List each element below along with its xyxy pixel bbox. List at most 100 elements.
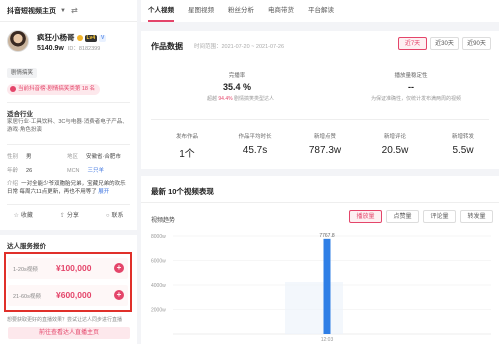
level-badge: Lv4 bbox=[84, 34, 98, 42]
hover-band bbox=[285, 282, 343, 334]
service-row: 21-60s视频 ¥600,000 + bbox=[8, 285, 128, 306]
contact-button[interactable]: ○ 联系 bbox=[106, 210, 124, 219]
action-bar: ☆ 收藏 ⇪ 分享 ○ 联系 bbox=[0, 210, 137, 219]
tab-plays[interactable]: 播放量 bbox=[349, 210, 382, 223]
service-label: 1-20s视频 bbox=[13, 267, 38, 273]
share-icon: ⇪ bbox=[59, 213, 65, 219]
region-label: 地区 bbox=[67, 154, 79, 160]
industry-title: 适合行业 bbox=[7, 111, 33, 118]
stat-label: 作品平均时长 bbox=[238, 134, 272, 140]
stat-item: 新增点赞 787.3w bbox=[297, 132, 353, 156]
contact-label: 联系 bbox=[111, 213, 124, 219]
stat-value: 5.5w bbox=[452, 145, 474, 156]
range-90d-button[interactable]: 近90天 bbox=[462, 37, 491, 50]
rank-badge[interactable]: 当前抖音榜·剧情搞笑类第 18 名 bbox=[7, 84, 101, 95]
tab-xingtu-videos[interactable]: 星图视频 bbox=[188, 4, 214, 22]
tab-comments[interactable]: 评论量 bbox=[423, 210, 456, 223]
range-selector: 近7天 近30天 近90天 bbox=[395, 37, 491, 50]
chart-bar bbox=[323, 238, 331, 334]
service-price: ¥600,000 bbox=[56, 290, 92, 300]
stat-label: 发布作品 bbox=[175, 134, 198, 140]
tab-fans-analysis[interactable]: 粉丝分析 bbox=[228, 4, 254, 22]
intro-more-link[interactable]: 展开 bbox=[98, 189, 109, 195]
bar-value-label: 7767.8 bbox=[319, 233, 335, 239]
region-row: 地区 安徽省·合肥市 bbox=[67, 152, 121, 160]
services-highlight-box: 1-20s视频 ¥100,000 + 21-60s视频 ¥600,000 + bbox=[4, 252, 132, 312]
completion-desc-pct: 94.4% bbox=[218, 96, 233, 102]
video-trend-chart[interactable]: 8000w 6000w 4000w 2000w 7767.8 12:03 bbox=[141, 230, 499, 344]
section-gap bbox=[0, 230, 137, 235]
stat-label: 新增转发 bbox=[451, 134, 474, 140]
stat-label: 新增评论 bbox=[383, 134, 406, 140]
recent-videos-card: 最新 10个视频表现 视频趋势 播放量 点赞量 评论量 转发量 8000w 600… bbox=[141, 176, 499, 344]
app-title: 抖音短视频主页 bbox=[7, 7, 56, 15]
fans-count: 5140.9w bbox=[37, 45, 64, 52]
service-label: 21-60s视频 bbox=[13, 294, 41, 300]
star-icon: ☆ bbox=[13, 213, 19, 219]
stat-value: 787.3w bbox=[308, 145, 342, 156]
y-tick-label: 6000w bbox=[151, 259, 166, 265]
divider bbox=[7, 144, 130, 145]
completion-desc-pre: 超越 bbox=[207, 96, 219, 102]
favorite-button[interactable]: ☆ 收藏 bbox=[13, 210, 32, 219]
gender-value: 男 bbox=[26, 154, 32, 160]
divider bbox=[7, 204, 130, 205]
tab-ecommerce[interactable]: 电商带货 bbox=[268, 4, 294, 22]
y-tick-label: 8000w bbox=[151, 234, 166, 240]
age-row: 年龄 26 bbox=[7, 166, 32, 174]
completion-value: 35.4 % bbox=[222, 82, 252, 92]
switch-icon[interactable]: ⇄ bbox=[71, 6, 78, 15]
stat-item: 作品平均时长 45.7s bbox=[227, 132, 283, 156]
completion-metric: 完播率 35.4 % 超越 94.4% 剧情搞笑类型达人 bbox=[207, 71, 274, 102]
mcn-row: MCN 三只羊 bbox=[67, 166, 104, 174]
industry-text: 家居行业·工具饮料、3C与电器·消费者电子产品、游戏·角色扮演 bbox=[7, 119, 128, 133]
mcn-link[interactable]: 三只羊 bbox=[88, 168, 105, 174]
works-data-card: 作品数据 时间范围：2021-07-20 ~ 2021-07-26 近7天 近3… bbox=[141, 31, 499, 169]
range-30d-button[interactable]: 近30天 bbox=[430, 37, 459, 50]
rank-text: 当前抖音榜·剧情搞笑类第 18 名 bbox=[18, 86, 96, 92]
share-button[interactable]: ⇪ 分享 bbox=[60, 210, 79, 219]
share-label: 分享 bbox=[66, 213, 79, 219]
intro-block: 介绍 一对全能少爷双胞胎兄弟，宝藏兄弟的欢乐日常 每周六11点更新，再也不用等了… bbox=[7, 180, 130, 196]
services-title: 达人服务报价 bbox=[7, 243, 46, 250]
app-switcher[interactable]: 抖音短视频主页 ▼ ⇄ bbox=[0, 0, 137, 22]
stability-metric: 播放量稳定性 -- 为保证准确性，仅统计发布满两周的视频 bbox=[371, 71, 462, 102]
stat-item: 新增评论 20.5w bbox=[367, 132, 423, 156]
region-value: 安徽省·合肥市 bbox=[86, 154, 121, 160]
avatar[interactable] bbox=[7, 30, 29, 52]
tab-platform-insight[interactable]: 平台解读 bbox=[308, 4, 334, 22]
stability-value: -- bbox=[408, 82, 414, 92]
intro-label: 介绍 bbox=[7, 181, 19, 187]
tab-bar: 个人视频 星图视频 粉丝分析 电商带货 平台解读 bbox=[141, 0, 499, 22]
gender-row: 性别 男 bbox=[7, 152, 32, 160]
profile-name-row: 疯狂小杨哥 Lv4 V bbox=[37, 32, 107, 43]
metric-tabs: 播放量 点赞量 评论量 转发量 bbox=[345, 210, 493, 223]
fans-row: 5140.9w ID：8182399 bbox=[37, 44, 100, 52]
add-service-button[interactable]: + bbox=[114, 290, 124, 300]
range-7d-button[interactable]: 近7天 bbox=[398, 37, 427, 50]
live-page-button[interactable]: 前往查看达人直播主页 bbox=[8, 327, 130, 339]
divider bbox=[151, 119, 489, 120]
category-tag[interactable]: 剧情搞笑 bbox=[7, 68, 38, 78]
y-tick-label: 2000w bbox=[151, 308, 166, 314]
tab-likes[interactable]: 点赞量 bbox=[386, 210, 419, 223]
profile-name: 疯狂小杨哥 bbox=[37, 33, 75, 42]
stat-item: 发布作品 1个 bbox=[159, 132, 215, 160]
works-data-title: 作品数据 bbox=[151, 42, 183, 51]
contact-icon: ○ bbox=[105, 213, 110, 219]
completion-desc: 超越 94.4% 剧情搞笑类型达人 bbox=[207, 95, 274, 102]
tab-shares[interactable]: 转发量 bbox=[460, 210, 493, 223]
stat-value: 45.7s bbox=[242, 145, 268, 156]
stat-label: 新增点赞 bbox=[313, 134, 336, 140]
favorite-label: 收藏 bbox=[20, 213, 33, 219]
stability-desc: 为保证准确性，仅统计发布满两周的视频 bbox=[371, 96, 462, 102]
date-range: 时间范围：2021-07-20 ~ 2021-07-26 bbox=[194, 44, 285, 50]
stat-value: 1个 bbox=[179, 149, 195, 160]
recent-videos-title: 最新 10个视频表现 bbox=[151, 187, 214, 196]
tab-personal-videos[interactable]: 个人视频 bbox=[148, 4, 174, 22]
completion-label: 完播率 bbox=[228, 73, 246, 79]
add-service-button[interactable]: + bbox=[114, 263, 124, 273]
completion-desc-post: 剧情搞笑类型达人 bbox=[232, 96, 274, 102]
mcn-label: MCN bbox=[67, 168, 80, 174]
services-note: 想要获取更好的直播效果？尝试让达人同步进行直播 bbox=[7, 317, 123, 323]
